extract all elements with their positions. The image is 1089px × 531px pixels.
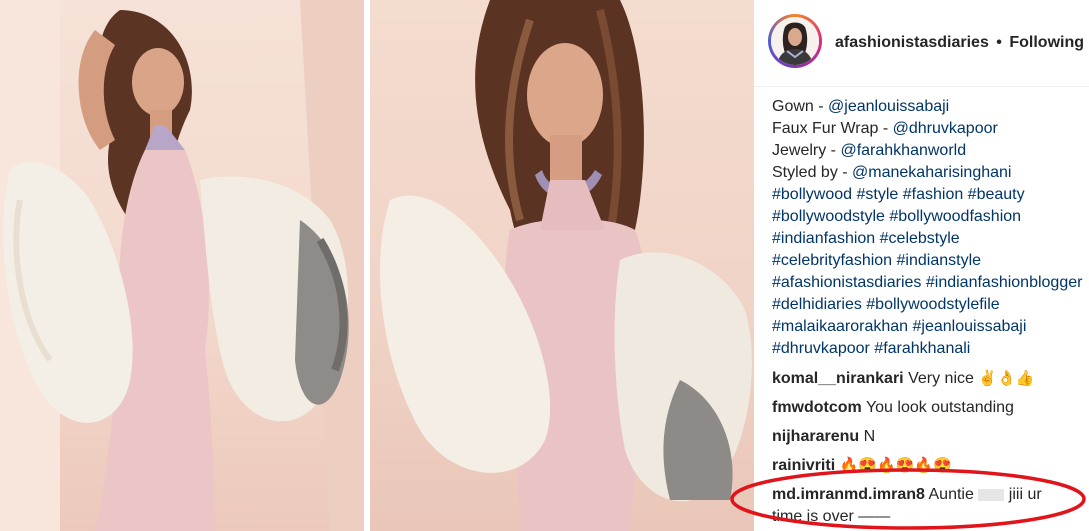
caption-line: Faux Fur Wrap - @dhruvkapoor bbox=[772, 118, 1089, 140]
caption-label: Styled by - bbox=[772, 164, 853, 181]
comment-username[interactable]: fmwdotcom bbox=[772, 399, 862, 416]
caption-line: Jewelry - @farahkhanworld bbox=[772, 140, 1089, 162]
comment: fmwdotcom You look outstanding bbox=[772, 397, 1014, 419]
mention-link[interactable]: @jeanlouissabaji bbox=[828, 98, 949, 115]
caption-label: Gown - bbox=[772, 98, 829, 115]
hashtag-line[interactable]: #celebrityfashion #indianstyle bbox=[772, 250, 1089, 272]
hashtag-line[interactable]: #afashionistasdiaries #indianfashionblog… bbox=[772, 272, 1089, 294]
hashtag-line[interactable]: #indianfashion #celebstyle bbox=[772, 228, 1089, 250]
post-caption: Gown - @jeanlouissabaji Faux Fur Wrap - … bbox=[772, 96, 1089, 360]
hashtag-line[interactable]: #bollywoodstyle #bollywoodfashion bbox=[772, 206, 1089, 228]
avatar-illustration bbox=[771, 17, 819, 65]
highlight-ellipse bbox=[730, 468, 1086, 530]
mention-link[interactable]: @manekaharisinghani bbox=[852, 164, 1011, 181]
comment-emoji: ✌👌👍 bbox=[978, 370, 1035, 387]
post-photo-right[interactable] bbox=[370, 0, 754, 531]
avatar[interactable] bbox=[768, 14, 822, 68]
caption-line: Styled by - @manekaharisinghani bbox=[772, 162, 1089, 184]
comment-text: You look outstanding bbox=[865, 399, 1014, 416]
comment-username[interactable]: komal__nirankari bbox=[772, 370, 904, 387]
comment-text: Very nice bbox=[908, 370, 974, 388]
post-sidebar: afashionistasdiaries • Following Gown - … bbox=[754, 0, 1089, 531]
photo-right-illustration bbox=[380, 0, 752, 531]
photo-left-illustration bbox=[0, 0, 364, 531]
comment: komal__nirankari Very nice ✌👌👍 bbox=[772, 368, 1034, 390]
caption-label: Faux Fur Wrap - bbox=[772, 120, 893, 137]
mention-link[interactable]: @dhruvkapoor bbox=[893, 120, 998, 137]
post-photo-left[interactable] bbox=[0, 0, 364, 531]
hashtag-line[interactable]: #dhruvkapoor #farahkhanali bbox=[772, 338, 1089, 360]
hashtag-line[interactable]: #malaikaarorakhan #jeanlouissabaji bbox=[772, 316, 1089, 338]
following-button[interactable]: Following bbox=[1009, 34, 1084, 51]
separator: • bbox=[996, 34, 1002, 51]
post-header: afashionistasdiaries • Following bbox=[754, 0, 1089, 87]
hashtag-line[interactable]: #delhidiaries #bollywoodstylefile bbox=[772, 294, 1089, 316]
comment: nijhararenu N bbox=[772, 426, 875, 448]
avatar-image bbox=[771, 17, 819, 65]
comment-username[interactable]: nijhararenu bbox=[772, 428, 859, 445]
username[interactable]: afashionistasdiaries bbox=[835, 34, 989, 51]
comment-text: N bbox=[863, 428, 876, 445]
hashtag-line[interactable]: #bollywood #style #fashion #beauty bbox=[772, 184, 1089, 206]
mention-link[interactable]: @farahkhanworld bbox=[840, 142, 966, 159]
post-username-row: afashionistasdiaries • Following bbox=[835, 34, 1084, 52]
caption-label: Jewelry - bbox=[772, 142, 841, 159]
caption-line: Gown - @jeanlouissabaji bbox=[772, 96, 1089, 118]
